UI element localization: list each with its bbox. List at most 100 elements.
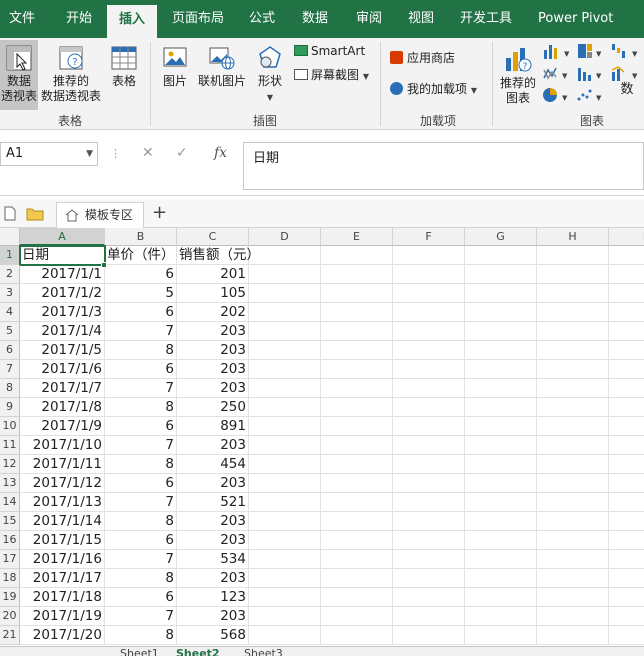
- empty-cell[interactable]: [321, 436, 393, 455]
- empty-cell[interactable]: [321, 626, 393, 645]
- column-header[interactable]: H: [537, 228, 609, 246]
- table-cell[interactable]: 7: [105, 379, 177, 398]
- sheet-tab[interactable]: Sheet1: [120, 647, 159, 656]
- table-cell[interactable]: 2017/1/11: [20, 455, 105, 474]
- empty-cell[interactable]: [393, 265, 465, 284]
- empty-cell[interactable]: [249, 417, 321, 436]
- empty-cell[interactable]: [609, 417, 644, 436]
- table-cell[interactable]: 7: [105, 436, 177, 455]
- empty-cell[interactable]: [249, 246, 321, 265]
- fill-handle[interactable]: [101, 262, 107, 268]
- row-header[interactable]: 9: [0, 398, 20, 417]
- empty-cell[interactable]: [321, 398, 393, 417]
- select-all-corner[interactable]: [0, 228, 20, 246]
- empty-cell[interactable]: [321, 341, 393, 360]
- empty-cell[interactable]: [321, 265, 393, 284]
- empty-cell[interactable]: [321, 493, 393, 512]
- table-cell[interactable]: 2017/1/19: [20, 607, 105, 626]
- table-cell[interactable]: 202: [177, 303, 249, 322]
- empty-cell[interactable]: [249, 550, 321, 569]
- table-cell[interactable]: 891: [177, 417, 249, 436]
- column-header[interactable]: C: [177, 228, 249, 246]
- smartart-button[interactable]: SmartArt: [294, 44, 370, 59]
- table-cell[interactable]: 8: [105, 569, 177, 588]
- empty-cell[interactable]: [609, 303, 644, 322]
- empty-cell[interactable]: [321, 569, 393, 588]
- empty-cell[interactable]: [249, 322, 321, 341]
- empty-cell[interactable]: [465, 341, 537, 360]
- row-header[interactable]: 11: [0, 436, 20, 455]
- empty-cell[interactable]: [249, 436, 321, 455]
- empty-cell[interactable]: [393, 284, 465, 303]
- table-cell[interactable]: 2017/1/10: [20, 436, 105, 455]
- scatter-chart-button[interactable]: ▼: [576, 86, 604, 108]
- empty-cell[interactable]: [465, 284, 537, 303]
- empty-cell[interactable]: [465, 360, 537, 379]
- empty-cell[interactable]: [393, 588, 465, 607]
- table-cell[interactable]: 203: [177, 360, 249, 379]
- empty-cell[interactable]: [609, 607, 644, 626]
- empty-cell[interactable]: [609, 379, 644, 398]
- empty-cell[interactable]: [393, 398, 465, 417]
- table-cell[interactable]: 8: [105, 398, 177, 417]
- table-cell[interactable]: 6: [105, 474, 177, 493]
- row-header[interactable]: 13: [0, 474, 20, 493]
- empty-cell[interactable]: [465, 455, 537, 474]
- charts-overflow-label[interactable]: 数: [610, 82, 644, 97]
- empty-cell[interactable]: [465, 531, 537, 550]
- online-pictures-button[interactable]: 联机图片: [196, 44, 248, 89]
- empty-cell[interactable]: [393, 379, 465, 398]
- table-cell[interactable]: 7: [105, 493, 177, 512]
- table-cell[interactable]: 2017/1/8: [20, 398, 105, 417]
- table-cell[interactable]: 203: [177, 322, 249, 341]
- recommended-charts-button[interactable]: ? 推荐的 图表: [497, 44, 539, 106]
- header-cell[interactable]: 单价（件）: [105, 246, 177, 265]
- empty-cell[interactable]: [249, 512, 321, 531]
- screenshot-button[interactable]: 屏幕截图 ▼: [294, 68, 372, 84]
- empty-cell[interactable]: [249, 341, 321, 360]
- empty-cell[interactable]: [393, 303, 465, 322]
- recommended-pivot-button[interactable]: ? 推荐的 数据透视表: [40, 44, 102, 104]
- empty-cell[interactable]: [321, 303, 393, 322]
- empty-cell[interactable]: [537, 341, 609, 360]
- empty-cell[interactable]: [609, 550, 644, 569]
- row-header[interactable]: 6: [0, 341, 20, 360]
- shapes-button[interactable]: 形状 ▼: [253, 44, 287, 105]
- empty-cell[interactable]: [393, 493, 465, 512]
- row-header[interactable]: 12: [0, 455, 20, 474]
- empty-cell[interactable]: [609, 398, 644, 417]
- empty-cell[interactable]: [537, 360, 609, 379]
- empty-cell[interactable]: [321, 550, 393, 569]
- sheet-tab-active[interactable]: Sheet2: [176, 647, 220, 656]
- table-cell[interactable]: 2017/1/2: [20, 284, 105, 303]
- table-cell[interactable]: 568: [177, 626, 249, 645]
- row-header[interactable]: 21: [0, 626, 20, 645]
- name-box-dropdown-icon[interactable]: ▼: [86, 143, 93, 165]
- empty-cell[interactable]: [249, 455, 321, 474]
- table-cell[interactable]: 5: [105, 284, 177, 303]
- empty-cell[interactable]: [537, 455, 609, 474]
- empty-cell[interactable]: [537, 550, 609, 569]
- tab-formulas[interactable]: 公式: [249, 0, 275, 38]
- column-header[interactable]: D: [249, 228, 321, 246]
- empty-cell[interactable]: [609, 265, 644, 284]
- column-header[interactable]: A: [20, 228, 105, 246]
- empty-cell[interactable]: [465, 246, 537, 265]
- empty-cell[interactable]: [321, 284, 393, 303]
- table-button[interactable]: 表格: [104, 44, 144, 89]
- empty-cell[interactable]: [321, 588, 393, 607]
- table-cell[interactable]: 203: [177, 512, 249, 531]
- template-tab[interactable]: 模板专区: [56, 202, 144, 228]
- table-cell[interactable]: 8: [105, 512, 177, 531]
- empty-cell[interactable]: [465, 436, 537, 455]
- table-cell[interactable]: 2017/1/14: [20, 512, 105, 531]
- empty-cell[interactable]: [537, 398, 609, 417]
- table-cell[interactable]: 123: [177, 588, 249, 607]
- table-cell[interactable]: 2017/1/12: [20, 474, 105, 493]
- empty-cell[interactable]: [393, 626, 465, 645]
- table-cell[interactable]: 203: [177, 436, 249, 455]
- tab-view[interactable]: 视图: [408, 0, 434, 38]
- empty-cell[interactable]: [609, 588, 644, 607]
- empty-cell[interactable]: [609, 474, 644, 493]
- empty-cell[interactable]: [393, 360, 465, 379]
